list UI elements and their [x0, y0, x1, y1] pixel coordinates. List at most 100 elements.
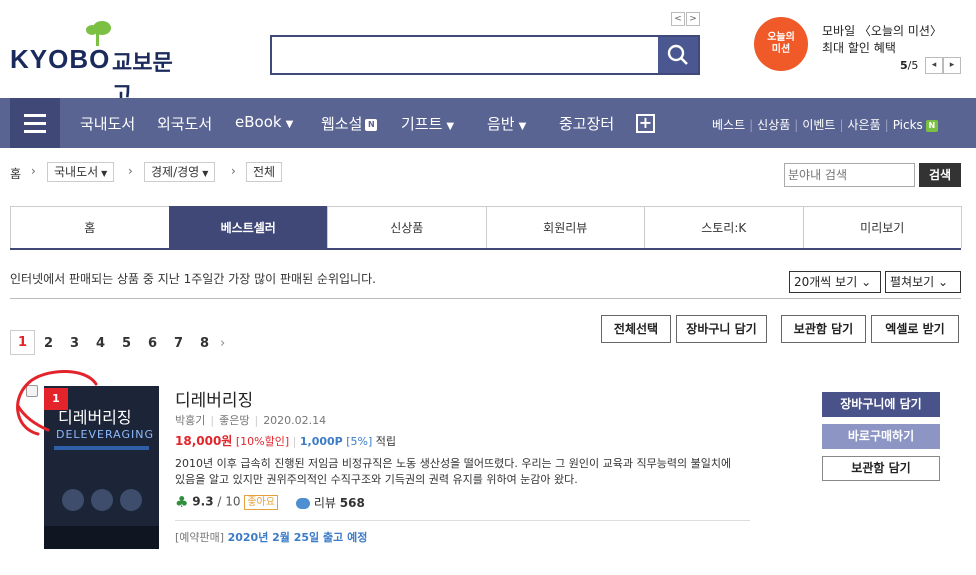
- breadcrumb-home[interactable]: 홈: [10, 165, 21, 182]
- excel-download-button[interactable]: 엑셀로 받기: [871, 315, 959, 343]
- nav-foreign-books[interactable]: 외국도서: [157, 113, 212, 134]
- category-search-input[interactable]: [784, 163, 915, 187]
- tab-story[interactable]: 스토리:K: [644, 206, 804, 248]
- divider: [10, 298, 961, 299]
- product-author[interactable]: 박홍기: [175, 414, 205, 427]
- add-to-storage-button[interactable]: 보관함 담기: [781, 315, 866, 343]
- sub-nav-gift[interactable]: 사은품: [848, 118, 881, 132]
- preorder-date: 2020년 2월 25일 출고 예정: [227, 531, 368, 544]
- plus-icon[interactable]: +: [636, 114, 655, 133]
- ad-pager-next[interactable]: ▸: [943, 57, 961, 74]
- page-1[interactable]: 1: [10, 330, 35, 355]
- breadcrumb-level3: 전체: [246, 162, 283, 182]
- mission-badge-line1: 오늘의: [767, 32, 795, 43]
- sub-nav: 베스트 | 신상품 | 이벤트 | 사은품 | Picks N: [712, 116, 938, 133]
- ad-pager-prev[interactable]: ◂: [925, 57, 943, 74]
- sub-nav-event[interactable]: 이벤트: [802, 118, 835, 132]
- rating-badge: 좋아요: [244, 494, 278, 510]
- mission-badge-line2: 미션: [771, 44, 791, 55]
- rating-max: / 10: [217, 494, 241, 509]
- product-keep-button[interactable]: 보관함 담기: [822, 456, 940, 481]
- nav-domestic-books[interactable]: 국내도서: [80, 113, 135, 134]
- price-row: 18,000원 [10%할인] | 1,000P [5%] 적립: [175, 434, 397, 448]
- product-title[interactable]: 디레버리징: [175, 386, 253, 411]
- logo-text: KYOBO: [10, 44, 111, 74]
- tab-bestseller[interactable]: 베스트셀러: [168, 206, 328, 248]
- caret-down-icon: ▼: [101, 169, 108, 178]
- cover-stripe: [54, 446, 149, 450]
- product-publisher[interactable]: 좋은땅: [219, 414, 249, 427]
- kyobo-logo[interactable]: KYOBO 교보문고: [10, 18, 190, 108]
- tab-home[interactable]: 홈: [10, 206, 170, 248]
- point-label: 적립: [375, 435, 397, 448]
- next-page-icon[interactable]: ›: [220, 336, 225, 351]
- page-8[interactable]: 8: [200, 336, 209, 351]
- search-input[interactable]: [272, 37, 660, 73]
- ad-page-current: 5: [900, 59, 908, 72]
- nav-ebook[interactable]: eBook ▼: [235, 113, 293, 131]
- list-description: 인터넷에서 판매되는 상품 중 지난 1주일간 가장 많이 판매된 순위입니다.: [10, 272, 376, 286]
- breadcrumb-level2[interactable]: 경제/경영 ▼: [144, 162, 216, 182]
- page-3[interactable]: 3: [70, 336, 79, 351]
- chevron-down-icon: ▼: [285, 119, 294, 130]
- per-page-select[interactable]: 20개씩 보기 ⌄: [789, 271, 881, 293]
- caret-down-icon: ▼: [202, 169, 209, 178]
- review-label: 리뷰: [313, 496, 336, 510]
- section-tabs: 홈 베스트셀러 신상품 회원리뷰 스토리:K 미리보기: [10, 206, 962, 250]
- page-6[interactable]: 6: [148, 336, 157, 351]
- product-buy-now-button[interactable]: 바로구매하기: [822, 424, 940, 449]
- ad-page-total: /5: [907, 59, 919, 72]
- clover-icon: ♣: [175, 493, 189, 511]
- tab-preview[interactable]: 미리보기: [802, 206, 962, 248]
- add-to-cart-button[interactable]: 장바구니 담기: [676, 315, 767, 343]
- chevron-down-icon: ▼: [518, 121, 527, 132]
- chevron-right-icon: ›: [128, 164, 133, 178]
- ad-line2[interactable]: 최대 할인 혜택: [822, 39, 896, 56]
- review-link[interactable]: 리뷰 568: [296, 494, 365, 511]
- divider: [175, 520, 750, 521]
- page-5[interactable]: 5: [122, 336, 131, 351]
- nav-used-market[interactable]: 중고장터: [559, 113, 614, 134]
- chevron-right-icon: ›: [31, 164, 36, 178]
- ad-next-button[interactable]: >: [686, 12, 700, 26]
- search-button[interactable]: [658, 37, 698, 73]
- rank-circle-icon: [16, 369, 98, 436]
- ad-pager: 5/5: [900, 59, 918, 72]
- main-search: [270, 35, 700, 75]
- category-search-button[interactable]: 검색: [919, 163, 961, 187]
- sub-nav-new[interactable]: 신상품: [757, 118, 790, 132]
- product-point-pct: [5%]: [346, 435, 373, 448]
- product-point: 1,000P: [299, 435, 343, 448]
- mission-icon[interactable]: 오늘의 미션: [754, 17, 808, 71]
- speech-bubble-icon: [296, 498, 310, 509]
- view-mode-select[interactable]: 펼쳐보기 ⌄: [885, 271, 961, 293]
- sub-nav-picks[interactable]: Picks: [893, 118, 923, 132]
- new-badge: N: [925, 119, 938, 132]
- select-all-button[interactable]: 전체선택: [601, 315, 671, 343]
- rating-value: 9.3: [192, 494, 214, 509]
- chevron-down-icon: ⌄: [938, 275, 949, 289]
- tab-reviews[interactable]: 회원리뷰: [485, 206, 645, 248]
- page-4[interactable]: 4: [96, 336, 105, 351]
- preorder-label: [예약판매]: [175, 531, 225, 544]
- search-icon: [667, 44, 688, 65]
- rating-row: ♣ 9.3 / 10 좋아요: [175, 493, 278, 511]
- ad-line1[interactable]: 모바일 〈오늘의 미션〉: [822, 22, 942, 39]
- breadcrumb-level1[interactable]: 국내도서 ▼: [47, 162, 115, 182]
- nav-gift[interactable]: 기프트 ▼: [401, 113, 454, 134]
- sub-nav-best[interactable]: 베스트: [712, 118, 745, 132]
- ad-prev-button[interactable]: <: [671, 12, 685, 26]
- nav-music[interactable]: 음반 ▼: [487, 113, 526, 134]
- product-discount: [10%할인]: [235, 435, 290, 448]
- tab-new[interactable]: 신상품: [327, 206, 487, 248]
- page-2[interactable]: 2: [44, 336, 53, 351]
- review-count: 568: [339, 496, 365, 510]
- product-cart-button[interactable]: 장바구니에 담기: [822, 392, 940, 417]
- preorder-info: [예약판매] 2020년 2월 25일 출고 예정: [175, 529, 367, 545]
- hamburger-menu-icon[interactable]: [10, 98, 60, 148]
- page-7[interactable]: 7: [174, 336, 183, 351]
- product-price: 18,000원: [175, 434, 233, 448]
- chevron-down-icon: ▼: [446, 121, 455, 132]
- nav-web-novel[interactable]: 웹소설 N: [321, 113, 378, 134]
- chevron-down-icon: ⌄: [861, 275, 872, 289]
